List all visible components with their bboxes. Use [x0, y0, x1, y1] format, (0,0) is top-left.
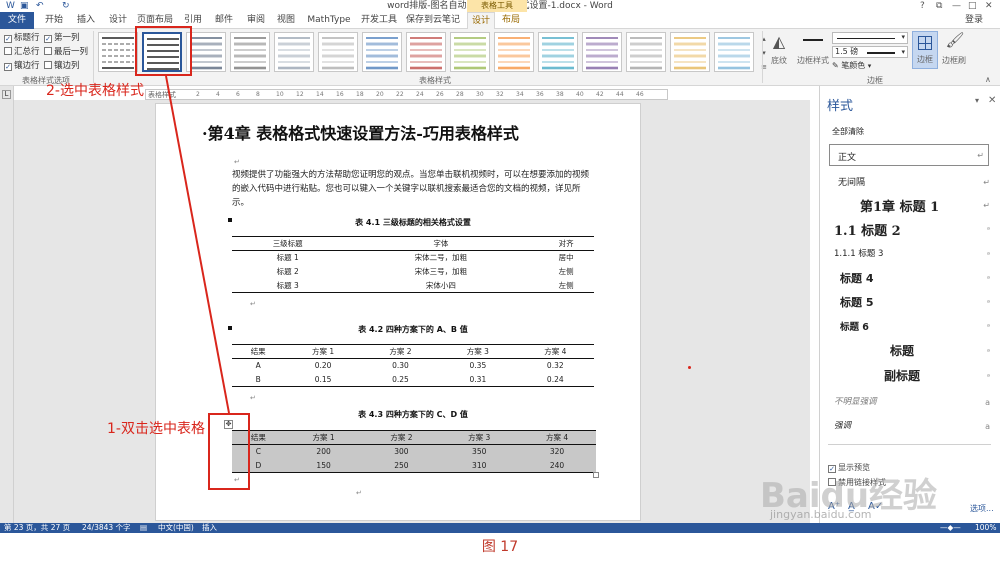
annotation-step-1: 1-双击选中表格	[107, 421, 205, 437]
linked-style-icon: ᵃ	[986, 274, 990, 283]
zoom-slider-icon[interactable]: —◆—	[940, 523, 961, 533]
word-window: { "titlebar": { "title": "word排版-图名自动编号及…	[0, 0, 1000, 563]
linked-style-icon: ᵃ	[986, 298, 990, 307]
status-mode[interactable]: 插入	[202, 523, 217, 533]
watermark-url: jingyan.baidu.com	[770, 508, 872, 521]
proofing-icon[interactable]: ▤	[140, 523, 147, 533]
character-style-icon: a	[985, 398, 990, 407]
style-heading-6[interactable]: 标题 6ᵃ	[830, 319, 990, 343]
style-heading-5[interactable]: 标题 5ᵃ	[830, 294, 990, 318]
linked-style-icon: ᵃ	[986, 372, 990, 381]
character-style-icon: a	[985, 422, 990, 431]
status-words[interactable]: 24/3843 个字	[82, 523, 131, 533]
figure-caption: 图 17	[481, 539, 519, 555]
cursor-dot	[688, 366, 691, 369]
style-heading-4[interactable]: 标题 4ᵃ	[830, 270, 990, 294]
style-normal[interactable]: 正文 ↵	[829, 144, 989, 166]
style-emphasis[interactable]: 强调 a	[830, 419, 990, 443]
linked-style-icon: ᵃ	[986, 250, 990, 259]
status-bar: 第 23 页，共 27 页 24/3843 个字 ▤ 中文(中国) 插入 —◆—…	[0, 523, 1000, 533]
styles-pane: 样式 ▾ ✕ 全部清除 正文 ↵ 无间隔 ↵ 第1章 标题 1 ↵ 1.1 标题 2ᵃ…	[819, 86, 1000, 523]
annotation-step-2: 2-选中表格样式	[46, 83, 144, 99]
style-heading-3[interactable]: 1.1.1 标题 3ᵃ	[830, 247, 990, 271]
annotation-connector-line	[165, 75, 230, 414]
divider	[828, 444, 991, 445]
style-title[interactable]: 标题 ᵃ	[830, 342, 990, 366]
style-subtle-emphasis[interactable]: 不明显强调 a	[830, 395, 990, 419]
style-subtitle[interactable]: 副标题 ᵃ	[830, 367, 990, 391]
status-zoom[interactable]: 100%	[975, 523, 996, 533]
close-pane-icon[interactable]: ✕	[988, 95, 996, 106]
style-heading-1[interactable]: 第1章 标题 1 ↵	[830, 196, 990, 220]
paragraph-icon: ↵	[983, 178, 990, 187]
paragraph-icon: ↵	[977, 151, 984, 160]
options-link[interactable]: 选项...	[970, 503, 994, 514]
paragraph-icon: ↵	[983, 201, 990, 210]
clear-all-style[interactable]: 全部清除	[832, 126, 864, 137]
status-language[interactable]: 中文(中国)	[158, 523, 194, 533]
styles-pane-title: 样式	[827, 99, 854, 114]
style-heading-2[interactable]: 1.1 标题 2ᵃ	[830, 220, 990, 244]
linked-style-icon: ᵃ	[986, 225, 990, 234]
pane-options-icon[interactable]: ▾	[975, 96, 979, 105]
linked-style-icon: ᵃ	[986, 347, 990, 356]
linked-style-icon: ᵃ	[986, 322, 990, 331]
status-page[interactable]: 第 23 页，共 27 页	[4, 523, 70, 533]
